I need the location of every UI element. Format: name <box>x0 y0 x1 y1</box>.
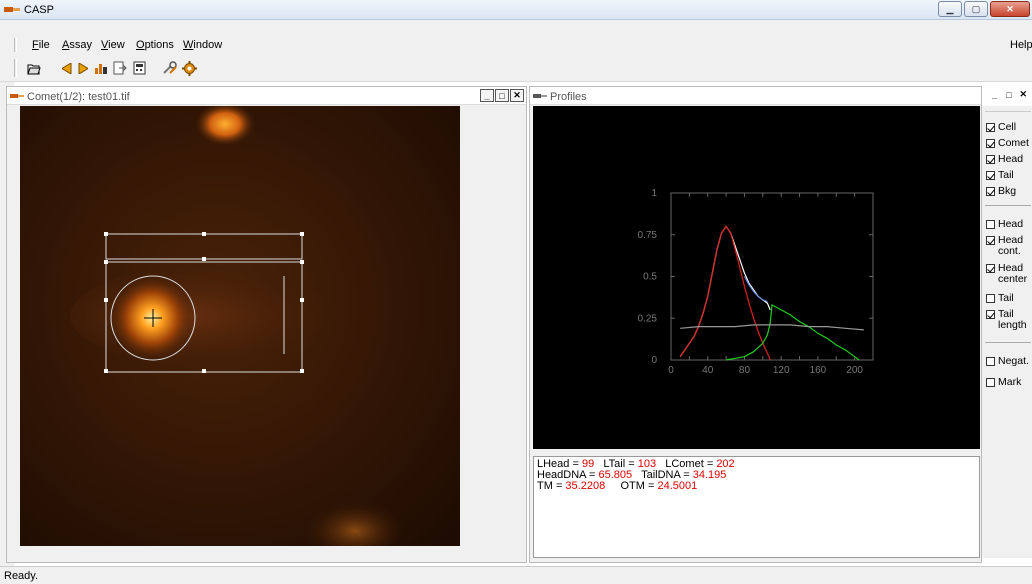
status-text: Ready. <box>4 570 39 582</box>
otm-value: 24.5001 <box>657 480 698 492</box>
x-tick-label: 200 <box>846 365 863 376</box>
checkbox[interactable] <box>986 171 995 180</box>
profiles-window-titlebar[interactable]: Profiles <box>530 87 981 105</box>
chart-icon[interactable] <box>93 60 109 76</box>
export-icon[interactable] <box>112 60 128 76</box>
comet-minimize-button[interactable]: _ <box>480 89 494 102</box>
menu-assay[interactable]: Assay <box>62 39 92 51</box>
status-bar: Ready. <box>0 566 1032 584</box>
check-mark[interactable]: Mark <box>986 377 1021 388</box>
casp-app-icon <box>4 7 20 12</box>
open-folder-icon[interactable] <box>26 60 42 76</box>
casp-window-icon <box>10 94 24 98</box>
profile-series-line <box>725 303 860 361</box>
toolbar <box>0 54 1032 82</box>
window-controls: ▁ ▢ ✕ <box>938 1 1030 17</box>
x-tick-label: 0 <box>668 365 674 376</box>
arrow-right-icon[interactable] <box>75 60 91 76</box>
y-tick-label: 0.75 <box>638 230 658 241</box>
checkbox[interactable] <box>986 123 995 132</box>
tm-label: TM = <box>537 480 566 492</box>
profiles-window-title: Profiles <box>550 91 587 103</box>
checkbox[interactable] <box>986 310 995 319</box>
panel-divider <box>985 342 1031 343</box>
calculator-icon[interactable] <box>131 60 147 76</box>
check-head-profile[interactable]: Head <box>986 219 1023 230</box>
check-cell[interactable]: Cell <box>986 122 1016 133</box>
app-title: CASP <box>24 4 54 16</box>
menu-window[interactable]: Window <box>183 39 222 51</box>
app-titlebar: CASP ▁ ▢ ✕ <box>0 0 1032 20</box>
check-head-center[interactable]: Head center <box>986 263 1032 285</box>
check-tail-length[interactable]: Tail length <box>986 309 1032 331</box>
checkbox[interactable] <box>986 139 995 148</box>
profile-plot: 0 40 80 120 160 200 0 0.25 0.5 0.75 1 <box>533 106 980 449</box>
checkbox[interactable] <box>986 187 995 196</box>
profile-chart: 0 40 80 120 160 200 0 0.25 0.5 0.75 1 <box>638 188 874 376</box>
profiles-maximize-button[interactable]: □ <box>1002 88 1015 101</box>
checkbox[interactable] <box>986 236 995 245</box>
x-tick-label: 80 <box>739 365 751 376</box>
check-head-cont[interactable]: Head cont. <box>986 235 1032 257</box>
title-strip <box>0 20 1032 36</box>
plot-frame <box>670 192 874 361</box>
menu-bar: File Assay View Options Window Help <box>0 36 1032 54</box>
close-button[interactable]: ✕ <box>990 1 1030 17</box>
y-tick-label: 0.25 <box>638 313 658 324</box>
minimize-button[interactable]: ▁ <box>938 1 962 17</box>
toolbar-grip <box>14 59 17 77</box>
check-head[interactable]: Head <box>986 154 1023 165</box>
profile-series-line <box>679 225 771 361</box>
otm-label: OTM = <box>620 480 658 492</box>
profile-series-line <box>680 324 864 331</box>
results-panel: LHead = 99 LTail = 103 LComet = 202 Head… <box>533 456 980 558</box>
comet-window-title: Comet(1/2): test01.tif <box>27 91 130 103</box>
check-bkg[interactable]: Bkg <box>986 186 1016 197</box>
checkbox[interactable] <box>986 264 995 273</box>
gear-icon[interactable] <box>181 60 197 76</box>
comet-image-canvas[interactable] <box>20 106 460 546</box>
maximize-button[interactable]: ▢ <box>964 1 988 17</box>
y-tick-label: 1 <box>651 188 657 199</box>
checkbox[interactable] <box>986 220 995 229</box>
menu-grip <box>14 38 17 52</box>
checkbox[interactable] <box>986 357 995 366</box>
menu-help[interactable]: Help <box>1010 39 1032 51</box>
display-options-panel: Cell Comet Head Tail Bkg Head Head cont.… <box>982 106 1032 558</box>
comet-window-controls: _ □ ✕ <box>480 89 524 102</box>
tools-icon[interactable] <box>162 60 178 76</box>
x-tick-label: 40 <box>702 365 714 376</box>
y-tick-label: 0.5 <box>643 272 657 283</box>
taildna-value: 34.195 <box>692 469 727 481</box>
comet-image[interactable] <box>20 106 460 546</box>
menu-options[interactable]: Options <box>136 39 174 51</box>
menu-file[interactable]: File <box>32 39 50 51</box>
check-tail[interactable]: Tail <box>986 170 1014 181</box>
casp-window-icon <box>533 94 547 98</box>
x-tick-label: 120 <box>773 365 790 376</box>
profiles-window-controls: _ □ ✕ <box>988 88 1030 101</box>
check-tail-profile[interactable]: Tail <box>986 293 1014 304</box>
results-line-3: TM = 35.2208 OTM = 24.5001 <box>537 481 976 492</box>
tm-value: 35.2208 <box>565 480 606 492</box>
arrow-left-icon[interactable] <box>59 60 75 76</box>
checkbox[interactable] <box>986 294 995 303</box>
check-negative[interactable]: Negat. <box>986 356 1029 367</box>
y-tick-label: 0 <box>651 355 657 366</box>
x-tick-label: 160 <box>810 365 827 376</box>
profiles-close-button[interactable]: ✕ <box>1017 88 1030 101</box>
check-comet[interactable]: Comet <box>986 138 1029 149</box>
profiles-minimize-button[interactable]: _ <box>988 88 1001 101</box>
comet-window-titlebar[interactable]: Comet(1/2): test01.tif _ □ ✕ <box>7 87 526 105</box>
panel-divider <box>985 205 1031 206</box>
comet-maximize-button[interactable]: □ <box>495 89 509 102</box>
comet-close-button[interactable]: ✕ <box>510 89 524 102</box>
checkbox[interactable] <box>986 378 995 387</box>
checkbox[interactable] <box>986 155 995 164</box>
panel-divider <box>985 111 1031 112</box>
menu-view[interactable]: View <box>101 39 125 51</box>
